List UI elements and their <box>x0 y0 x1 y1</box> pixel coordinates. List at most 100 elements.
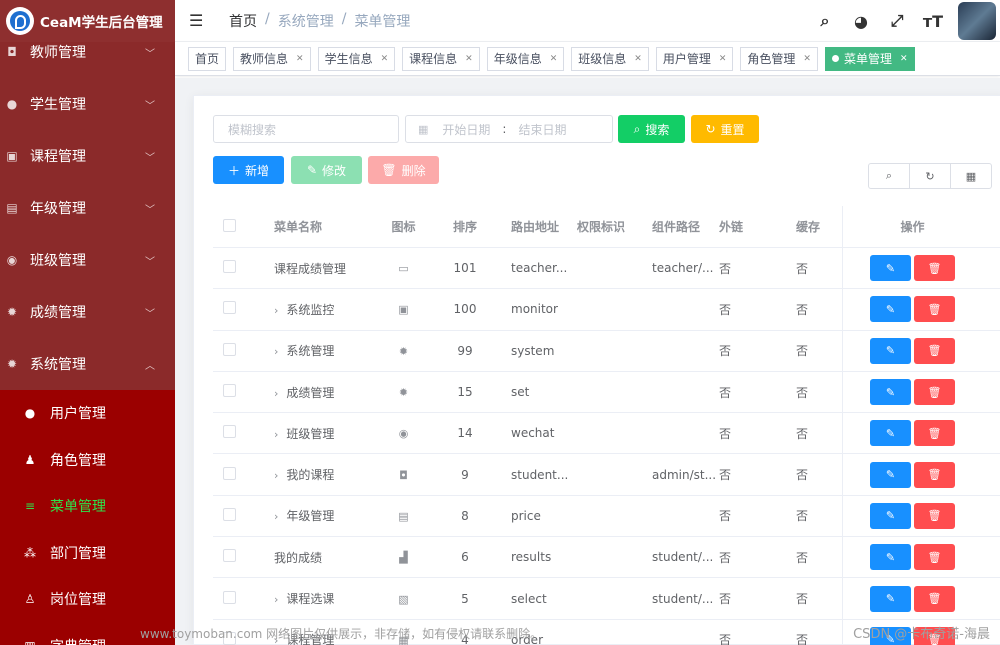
avatar[interactable] <box>958 2 996 40</box>
row-delete-button[interactable]: 🗑 <box>914 337 955 364</box>
search-icon[interactable]: ⌕ <box>814 11 836 31</box>
sidebar-item-menus[interactable]: ≡ 菜单管理 <box>0 483 175 530</box>
row-delete-button[interactable]: 🗑 <box>914 502 955 529</box>
search-button[interactable]: ⌕ 搜索 <box>618 115 685 143</box>
tag-home[interactable]: 首页 <box>188 46 227 71</box>
sidebar-item-system[interactable]: ✹ 系统管理 ︿ <box>0 338 175 390</box>
table-row[interactable]: › 系统监控 ▣ 100 monitor 否否 ✎ 🗑 <box>213 289 1000 331</box>
row-delete-button[interactable]: 🗑 <box>914 544 955 571</box>
sidebar-item-roles[interactable]: ♟ 角色管理 <box>0 437 175 484</box>
sidebar-item-departments[interactable]: ⁂ 部门管理 <box>0 530 175 577</box>
tag-teacher-info[interactable]: 教师信息 ✕ <box>233 46 311 71</box>
close-icon[interactable]: ✕ <box>550 54 558 64</box>
close-icon[interactable]: ✕ <box>381 54 389 64</box>
row-delete-button[interactable]: 🗑 <box>914 626 955 645</box>
row-delete-button[interactable]: 🗑 <box>914 461 955 488</box>
row-checkbox[interactable] <box>223 425 236 439</box>
table-row[interactable]: › 成绩管理 ✹ 15 set 否否 ✎ 🗑 <box>213 371 1000 414</box>
chevron-right-icon[interactable]: › <box>274 345 278 358</box>
chevron-right-icon[interactable]: › <box>274 634 278 645</box>
row-edit-button[interactable]: ✎ <box>870 461 911 488</box>
row-checkbox[interactable] <box>223 590 236 604</box>
sidebar-item-label: 学生管理 <box>30 97 86 113</box>
tag-class-info[interactable]: 班级信息 ✕ <box>571 46 649 71</box>
sidebar-item-dicts[interactable]: ▥ 字典管理 <box>0 623 175 645</box>
chevron-right-icon[interactable]: › <box>274 593 278 606</box>
sidebar-item-grades[interactable]: ▤ 年级管理 ﹀ <box>0 182 175 234</box>
close-icon[interactable]: ✕ <box>465 54 473 64</box>
table-row[interactable]: 我的成绩 ▟ 6 results student/... 否否 ✎ 🗑 <box>213 537 1000 579</box>
sidebar-item-posts[interactable]: ♙ 岗位管理 <box>0 576 175 623</box>
columns-icon[interactable]: ▦ <box>951 164 991 188</box>
table-row[interactable]: › 班级管理 ◉ 14 wechat 否否 ✎ 🗑 <box>213 413 1000 455</box>
table-row[interactable]: › 年级管理 ▤ 8 price 否否 ✎ 🗑 <box>213 495 1000 538</box>
end-date-input[interactable]: 结束日期 <box>518 121 566 138</box>
delete-button[interactable]: 🗑 删除 <box>368 156 439 184</box>
row-delete-button[interactable]: 🗑 <box>914 379 955 406</box>
row-checkbox[interactable] <box>223 301 236 315</box>
hamburger-icon[interactable]: ☰ <box>189 11 209 30</box>
row-delete-button[interactable]: 🗑 <box>914 585 955 612</box>
github-icon[interactable]: ◕ <box>850 12 872 31</box>
table-row[interactable]: › 我的课程 ◘ 9 student... admin/st... 否否 ✎ 🗑 <box>213 454 1000 496</box>
start-date-input[interactable]: 开始日期 <box>442 121 490 138</box>
row-checkbox[interactable] <box>223 260 236 274</box>
close-icon[interactable]: ✕ <box>634 54 642 64</box>
row-edit-button[interactable]: ✎ <box>870 379 911 406</box>
edit-button[interactable]: ✎ 修改 <box>291 156 362 184</box>
row-checkbox[interactable] <box>223 631 236 645</box>
sidebar-item-students[interactable]: ● 学生管理 ﹀ <box>0 78 175 130</box>
row-delete-button[interactable]: 🗑 <box>914 255 955 282</box>
tag-user-management[interactable]: 用户管理 ✕ <box>655 46 734 71</box>
row-edit-button[interactable]: ✎ <box>870 337 911 364</box>
row-checkbox[interactable] <box>223 342 236 356</box>
chevron-right-icon[interactable]: › <box>274 469 278 482</box>
row-delete-button[interactable]: 🗑 <box>914 420 955 447</box>
row-checkbox[interactable] <box>223 507 236 521</box>
chevron-right-icon[interactable]: › <box>274 510 278 523</box>
font-size-icon[interactable]: ᴛT <box>922 12 944 31</box>
sidebar-item-teachers[interactable]: ◘ 教师管理 ﹀ <box>0 26 175 78</box>
sidebar-item-scores[interactable]: ✹ 成绩管理 ﹀ <box>0 286 175 338</box>
tag-grade-info[interactable]: 年级信息 ✕ <box>486 46 565 71</box>
reset-button[interactable]: ↻ 重置 <box>691 115 759 143</box>
chevron-right-icon[interactable]: › <box>274 304 278 317</box>
search-input[interactable]: 模糊搜索 <box>213 115 399 143</box>
row-edit-button[interactable]: ✎ <box>870 585 911 612</box>
close-icon[interactable]: ✕ <box>719 54 727 64</box>
row-delete-button[interactable]: 🗑 <box>914 296 955 323</box>
chevron-right-icon[interactable]: › <box>274 428 278 441</box>
row-checkbox[interactable] <box>223 549 236 563</box>
chevron-right-icon[interactable]: › <box>274 387 278 400</box>
date-range-picker[interactable]: ▦ 开始日期 : 结束日期 <box>405 115 613 143</box>
row-edit-button[interactable]: ✎ <box>870 502 911 529</box>
row-edit-button[interactable]: ✎ <box>870 255 911 282</box>
tag-role-management[interactable]: 角色管理 ✕ <box>740 46 818 71</box>
fullscreen-icon[interactable]: ⤢ <box>886 11 908 31</box>
add-button[interactable]: ＋ 新增 <box>213 156 284 184</box>
breadcrumb-home[interactable]: 首页 <box>229 11 257 31</box>
row-edit-button[interactable]: ✎ <box>870 626 911 645</box>
row-edit-button[interactable]: ✎ <box>870 544 911 571</box>
navbar: ☰ 首页 / 系统管理 / 菜单管理 ⌕ ◕ ⤢ ᴛT <box>175 0 1000 42</box>
table-row[interactable]: › 系统管理 ✹ 99 system 否否 ✎ 🗑 <box>213 330 1000 372</box>
row-checkbox[interactable] <box>223 384 236 398</box>
close-icon[interactable]: ✕ <box>900 54 908 64</box>
sidebar-item-users[interactable]: ● 用户管理 <box>0 390 175 437</box>
refresh-icon[interactable]: ↻ <box>910 164 951 188</box>
table-row[interactable]: 课程成绩管理 ▭ 101 teacher... teacher/... 否否 ✎ 🗑 <box>213 248 1000 290</box>
tag-menu-management[interactable]: 菜单管理 ✕ <box>824 46 915 71</box>
close-icon[interactable]: ✕ <box>803 54 811 64</box>
table-row[interactable]: › 课程选课 ▧ 5 select student/... 否否 ✎ 🗑 <box>213 578 1000 620</box>
tag-student-info[interactable]: 学生信息 ✕ <box>317 46 396 71</box>
table-row[interactable]: › 课程管理 ▦ 4 order 否否 ✎ 🗑 <box>213 619 1000 645</box>
row-checkbox[interactable] <box>223 466 236 480</box>
sidebar-item-courses[interactable]: ▣ 课程管理 ﹀ <box>0 130 175 182</box>
row-edit-button[interactable]: ✎ <box>870 420 911 447</box>
close-icon[interactable]: ✕ <box>296 54 304 64</box>
row-edit-button[interactable]: ✎ <box>870 296 911 323</box>
select-all-checkbox[interactable] <box>223 218 236 232</box>
tag-course-info[interactable]: 课程信息 ✕ <box>402 46 480 71</box>
sidebar-item-classes[interactable]: ◉ 班级管理 ﹀ <box>0 234 175 286</box>
search-toggle-icon[interactable]: ⌕ <box>869 164 910 188</box>
